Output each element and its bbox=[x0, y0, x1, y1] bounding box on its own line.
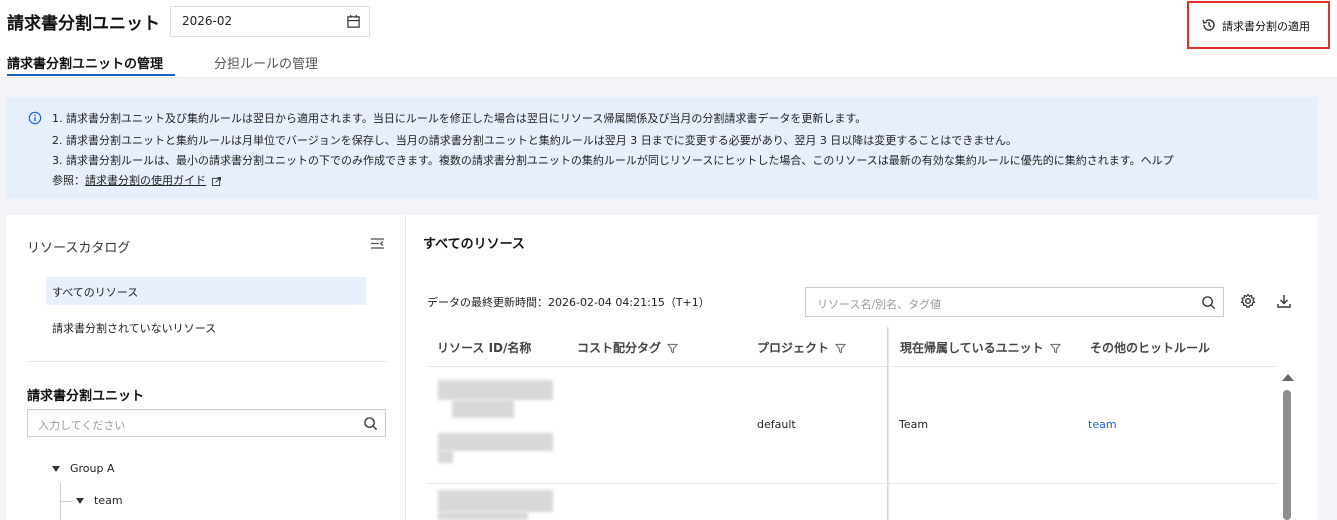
table-cell-current-unit: Team bbox=[899, 418, 929, 431]
redacted-resource-name bbox=[438, 451, 453, 463]
expand-caret-icon[interactable] bbox=[52, 466, 60, 472]
redacted-resource-id bbox=[438, 380, 553, 400]
history-icon bbox=[1202, 19, 1215, 31]
scroll-up-arrow[interactable] bbox=[1282, 374, 1294, 381]
column-header-project: プロジェクト bbox=[757, 339, 847, 356]
main-panel: リソースカタログ すべてのリソース 請求書分割されていないリソース 請求書分割ユ… bbox=[6, 215, 1317, 520]
external-link-icon bbox=[212, 176, 221, 186]
tree-connector bbox=[60, 501, 72, 502]
last-updated-text: データの最終更新時間：2026-02-04 04:21:15（T+1） bbox=[427, 296, 710, 309]
apply-button-label: 請求書分割の適用 bbox=[1222, 20, 1310, 33]
page-title: 請求書分割ユニット bbox=[7, 14, 160, 34]
unit-search-placeholder: 入力してください bbox=[38, 419, 126, 432]
fixed-column-shadow bbox=[887, 327, 890, 520]
table-cell-project: default bbox=[757, 418, 796, 431]
filter-icon[interactable] bbox=[667, 343, 679, 354]
column-header-cost-tag: コスト配分タグ bbox=[577, 339, 679, 356]
row-divider bbox=[427, 483, 1277, 484]
catalog-item-all-resources[interactable]: すべてのリソース bbox=[46, 277, 366, 305]
usage-guide-link[interactable]: 請求書分割の使用ガイド bbox=[85, 174, 206, 187]
units-title: 請求書分割ユニット bbox=[27, 389, 145, 404]
column-header-resource-id: リソース ID/名称 bbox=[437, 341, 532, 355]
month-picker[interactable]: 2026-02 bbox=[170, 6, 370, 37]
redacted-resource-id bbox=[452, 400, 514, 418]
notice-ref-prefix: 参照： bbox=[52, 174, 85, 187]
info-icon bbox=[28, 111, 42, 125]
tree-node-label: Group A bbox=[70, 462, 115, 475]
month-picker-value: 2026-02 bbox=[182, 14, 233, 28]
notice-line-4: 参照：請求書分割の使用ガイド bbox=[52, 172, 221, 188]
other-rule-link[interactable]: team bbox=[1088, 418, 1117, 431]
tab-rule-management[interactable]: 分担ルールの管理 bbox=[214, 53, 318, 72]
active-tab-indicator bbox=[7, 74, 175, 76]
scrollbar-thumb[interactable] bbox=[1283, 390, 1291, 520]
unit-search-input[interactable]: 入力してください bbox=[27, 409, 386, 437]
tree-node-team[interactable]: team bbox=[76, 494, 123, 507]
calendar-icon bbox=[347, 14, 360, 28]
tree-node-label: team bbox=[94, 494, 123, 507]
gear-icon[interactable] bbox=[1240, 293, 1256, 309]
filter-icon[interactable] bbox=[1049, 343, 1061, 354]
column-header-current-unit: 現在帰属しているユニット bbox=[900, 339, 1061, 356]
header-divider bbox=[0, 77, 1337, 78]
expand-caret-icon[interactable] bbox=[76, 498, 84, 504]
notice-line-1: 1. 請求書分割ユニット及び集約ルールは翌日から適用されます。当日にルールを修正… bbox=[52, 112, 867, 125]
redacted-resource-name bbox=[438, 433, 553, 451]
column-header-other-rules: その他のヒットルール bbox=[1090, 341, 1211, 355]
search-icon[interactable] bbox=[1201, 295, 1216, 310]
page-header: 請求書分割ユニット 2026-02 請求書分割の適用 請求書分割ユニットの管理 … bbox=[0, 0, 1337, 78]
tab-unit-management[interactable]: 請求書分割ユニットの管理 bbox=[7, 53, 163, 72]
info-notice: 1. 請求書分割ユニット及び集約ルールは翌日から適用されます。当日にルールを修正… bbox=[6, 97, 1317, 199]
table-header: リソース ID/名称 コスト配分タグ プロジェクト 現在帰属しているユニット そ… bbox=[427, 327, 1277, 367]
redacted-resource-id bbox=[438, 512, 528, 520]
redacted-resource-id bbox=[438, 490, 553, 512]
resource-search-input[interactable]: リソース名/別名、タグ値 bbox=[805, 287, 1224, 317]
resources-title: すべてのリソース bbox=[423, 237, 525, 252]
resource-search-placeholder: リソース名/別名、タグ値 bbox=[817, 298, 942, 311]
sidebar-divider bbox=[27, 361, 387, 362]
filter-icon[interactable] bbox=[835, 343, 847, 354]
download-icon[interactable] bbox=[1276, 293, 1292, 309]
collapse-sidebar-icon[interactable] bbox=[370, 237, 385, 250]
tree-node-group-a[interactable]: Group A bbox=[52, 462, 115, 475]
catalog-item-unsplit-resources[interactable]: 請求書分割されていないリソース bbox=[46, 313, 366, 341]
search-icon[interactable] bbox=[363, 416, 378, 431]
catalog-title: リソースカタログ bbox=[27, 241, 131, 256]
apply-invoice-split-button[interactable]: 請求書分割の適用 bbox=[1187, 1, 1330, 49]
left-sidebar: リソースカタログ すべてのリソース 請求書分割されていないリソース 請求書分割ユ… bbox=[6, 215, 406, 520]
resources-panel: すべてのリソース データの最終更新時間：2026-02-04 04:21:15（… bbox=[407, 215, 1317, 520]
notice-line-3: 3. 請求書分割ルールは、最小の請求書分割ユニットの下でのみ作成できます。複数の… bbox=[52, 154, 1174, 167]
notice-line-2: 2. 請求書分割ユニットと集約ルールは月単位でバージョンを保存し、当月の請求書分… bbox=[52, 134, 1017, 147]
